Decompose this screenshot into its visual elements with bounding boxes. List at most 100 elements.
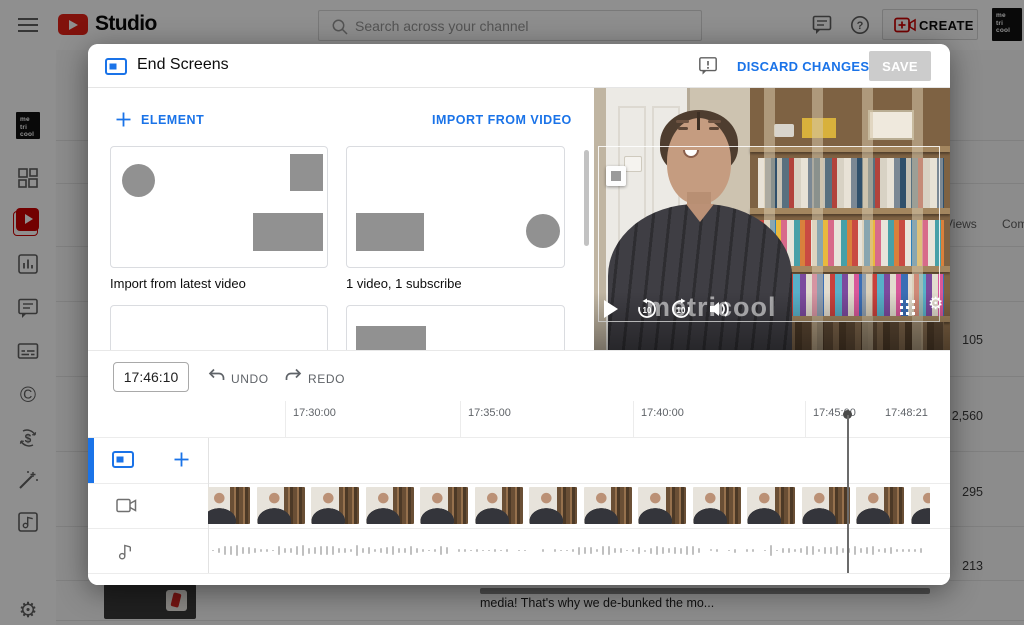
- waveform-bar: [872, 546, 874, 555]
- end-screen-icon: [105, 58, 127, 75]
- waveform-bar: [878, 549, 880, 553]
- waveform-bar: [596, 549, 598, 552]
- element-templates-panel: ELEMENT IMPORT FROM VIDEO Import from la…: [88, 88, 584, 350]
- waveform-bar: [434, 549, 436, 551]
- video-frame-thumbnail: [584, 487, 632, 524]
- waveform-bar: [620, 548, 622, 554]
- template-card[interactable]: [346, 305, 565, 350]
- end-screen-track-icon[interactable]: [112, 451, 134, 468]
- waveform-bar: [254, 548, 256, 553]
- waveform-bar: [416, 548, 418, 553]
- audio-track-icon[interactable]: [118, 543, 133, 560]
- video-frame-thumbnail: [475, 487, 523, 524]
- svg-text:10: 10: [643, 306, 652, 315]
- rewind-10-icon[interactable]: 10: [636, 298, 658, 320]
- waveform-bar: [398, 548, 400, 553]
- timeline-ruler[interactable]: 17:30:00 17:35:00 17:40:00 17:45:00 17:4…: [88, 401, 950, 438]
- waveform-bar: [788, 548, 790, 553]
- waveform-bar: [290, 548, 292, 554]
- waveform-bar: [662, 547, 664, 555]
- waveform-bar: [608, 546, 610, 556]
- waveform-bar: [674, 547, 676, 555]
- feedback-bubble-icon[interactable]: [698, 56, 718, 76]
- import-from-video-button[interactable]: IMPORT FROM VIDEO: [432, 113, 572, 127]
- waveform-bar: [278, 546, 280, 555]
- waveform-bar: [590, 547, 592, 554]
- waveform-bar: [242, 547, 244, 554]
- forward-10-icon[interactable]: 10: [670, 298, 692, 320]
- waveform-bar: [230, 546, 232, 555]
- waveform-bar: [638, 547, 640, 554]
- waveform-bar: [308, 548, 310, 554]
- waveform-bar: [644, 550, 646, 552]
- waveform-bar: [350, 549, 352, 551]
- play-icon[interactable]: [604, 300, 618, 318]
- waveform-bar: [854, 546, 856, 556]
- audio-track-waveform[interactable]: [208, 528, 930, 573]
- waveform-bar: [734, 549, 736, 553]
- waveform-bar: [236, 545, 238, 555]
- waveform-bar: [728, 550, 730, 552]
- waveform-bar: [326, 546, 328, 555]
- waveform-bar: [374, 549, 376, 552]
- waveform-bar: [668, 548, 670, 553]
- waveform-bar: [914, 549, 916, 553]
- waveform-bar: [806, 546, 808, 554]
- add-track-element-icon[interactable]: [174, 452, 189, 467]
- video-frame-thumbnail: [802, 487, 850, 524]
- template-card-import-latest[interactable]: [110, 146, 328, 268]
- waveform-bar: [482, 550, 484, 552]
- waveform-bar: [920, 548, 922, 552]
- discard-changes-button[interactable]: DISCARD CHANGES: [737, 59, 869, 74]
- panel-scrollbar[interactable]: [584, 150, 589, 246]
- waveform-bar: [356, 545, 358, 556]
- playhead-line[interactable]: [847, 415, 849, 573]
- player-settings-icon[interactable]: ⚙: [928, 294, 943, 314]
- waveform-bar: [284, 548, 286, 553]
- waveform-bar: [584, 547, 586, 553]
- timecode-input[interactable]: 17:46:10: [113, 362, 189, 392]
- waveform-bar: [320, 546, 322, 555]
- waveform-bar: [572, 549, 574, 552]
- waveform-bar: [866, 547, 868, 554]
- waveform-bar: [428, 550, 430, 552]
- template-card-video-subscribe[interactable]: [346, 146, 565, 268]
- undo-button[interactable]: UNDO: [231, 372, 269, 386]
- selected-track-indicator: [88, 438, 94, 483]
- volume-icon[interactable]: [708, 299, 730, 319]
- video-frame-thumbnail: [420, 487, 468, 524]
- waveform-bar: [500, 550, 502, 551]
- ambient-grid-icon[interactable]: [900, 300, 916, 316]
- video-frame-thumbnail: [311, 487, 359, 524]
- add-element-button[interactable]: ELEMENT: [141, 113, 204, 127]
- waveform-bar: [770, 545, 772, 555]
- waveform-bar: [458, 549, 460, 552]
- waveform-bar: [518, 550, 520, 552]
- video-track-filmstrip[interactable]: [208, 483, 930, 528]
- waveform-bar: [380, 548, 382, 554]
- video-preview[interactable]: metricool 10 10: [594, 88, 950, 350]
- video-frame-thumbnail: [366, 487, 414, 524]
- waveform-bar: [836, 546, 838, 555]
- waveform-bar: [410, 546, 412, 555]
- waveform-bar: [464, 549, 466, 552]
- save-button[interactable]: SAVE: [869, 51, 931, 81]
- waveform-bar: [602, 546, 604, 555]
- waveform-bar: [698, 548, 700, 553]
- ruler-end-label: 17:48:21: [885, 407, 928, 419]
- waveform-bar: [266, 549, 268, 553]
- waveform-bar: [362, 548, 364, 554]
- waveform-bar: [218, 548, 220, 553]
- waveform-bar: [578, 547, 580, 555]
- redo-icon: [285, 368, 302, 383]
- waveform-bar: [842, 548, 844, 554]
- video-track-icon[interactable]: [116, 498, 137, 513]
- waveform-bar: [476, 549, 478, 551]
- template-card[interactable]: [110, 305, 328, 350]
- end-screen-element-marker[interactable]: [606, 166, 626, 186]
- video-frame-thumbnail: [856, 487, 904, 524]
- redo-button[interactable]: REDO: [308, 372, 345, 386]
- waveform-bar: [716, 549, 718, 553]
- waveform-bar: [782, 548, 784, 552]
- undo-icon: [208, 368, 225, 383]
